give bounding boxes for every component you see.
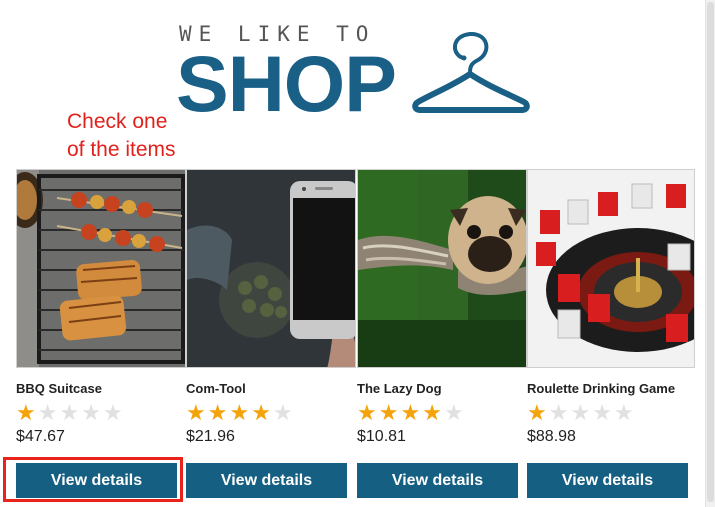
annotation-line-2: of the items xyxy=(67,138,176,161)
bbq-grill-image[interactable] xyxy=(16,169,186,368)
star-filled-icon: ★ xyxy=(229,400,250,425)
view-details-button[interactable]: View details xyxy=(186,463,347,498)
view-details-button[interactable]: View details xyxy=(357,463,518,498)
star-empty-icon: ★ xyxy=(37,400,58,425)
roulette-game-image[interactable] xyxy=(527,169,695,368)
star-filled-icon: ★ xyxy=(16,400,36,425)
product-name[interactable]: Com-Tool xyxy=(186,381,347,398)
logo-main-text: SHOP xyxy=(176,39,397,128)
star-empty-icon: ★ xyxy=(59,400,80,425)
vertical-scrollbar[interactable] xyxy=(705,0,715,507)
star-filled-icon: ★ xyxy=(527,400,547,425)
product-price: $47.67 xyxy=(16,428,65,445)
smartphone-image[interactable] xyxy=(186,169,356,368)
star-empty-icon: ★ xyxy=(613,400,634,425)
view-details-button[interactable]: View details xyxy=(527,463,688,498)
pug-dog-image[interactable] xyxy=(357,169,527,368)
star-filled-icon: ★ xyxy=(251,400,271,425)
star-filled-icon: ★ xyxy=(400,400,421,425)
star-empty-icon: ★ xyxy=(592,400,612,425)
product-price: $88.98 xyxy=(527,428,576,445)
scrollbar-thumb[interactable] xyxy=(707,2,714,502)
star-filled-icon: ★ xyxy=(186,400,206,425)
star-rating: ★ ★ ★ ★ ★ xyxy=(186,401,347,425)
highlight-box xyxy=(3,457,183,502)
shop-logo: WE LIKE TO SHOP xyxy=(176,22,536,128)
star-empty-icon: ★ xyxy=(570,400,591,425)
product-name[interactable]: BBQ Suitcase xyxy=(16,381,177,398)
product-card-roulette-drinking-game: Roulette Drinking Game ★ ★ ★ ★ ★ $88.98 View… xyxy=(527,169,695,498)
star-empty-icon: ★ xyxy=(272,400,293,425)
star-filled-icon: ★ xyxy=(422,400,442,425)
product-price: $21.96 xyxy=(186,428,235,445)
hanger-icon xyxy=(412,32,530,113)
star-filled-icon: ★ xyxy=(207,400,228,425)
star-filled-icon: ★ xyxy=(357,400,377,425)
star-rating: ★ ★ ★ ★ ★ xyxy=(527,401,688,425)
star-rating: ★ ★ ★ ★ ★ xyxy=(357,401,518,425)
star-empty-icon: ★ xyxy=(548,400,569,425)
star-empty-icon: ★ xyxy=(443,400,464,425)
product-price: $10.81 xyxy=(357,428,406,445)
star-rating: ★ ★ ★ ★ ★ xyxy=(16,401,177,425)
product-name[interactable]: The Lazy Dog xyxy=(357,381,518,398)
star-empty-icon: ★ xyxy=(81,400,101,425)
annotation-line-1: Check one xyxy=(67,110,168,133)
star-empty-icon: ★ xyxy=(102,400,123,425)
product-card-com-tool: Com-Tool ★ ★ ★ ★ ★ $21.96 View details xyxy=(186,169,356,498)
star-filled-icon: ★ xyxy=(378,400,399,425)
product-card-bbq-suitcase: BBQ Suitcase ★ ★ ★ ★ ★ $47.67 View details xyxy=(16,169,186,498)
instruction-annotation: Check one of the items xyxy=(67,108,176,164)
product-card-the-lazy-dog: The Lazy Dog ★ ★ ★ ★ ★ $10.81 View details xyxy=(357,169,527,498)
product-name[interactable]: Roulette Drinking Game xyxy=(527,381,688,398)
